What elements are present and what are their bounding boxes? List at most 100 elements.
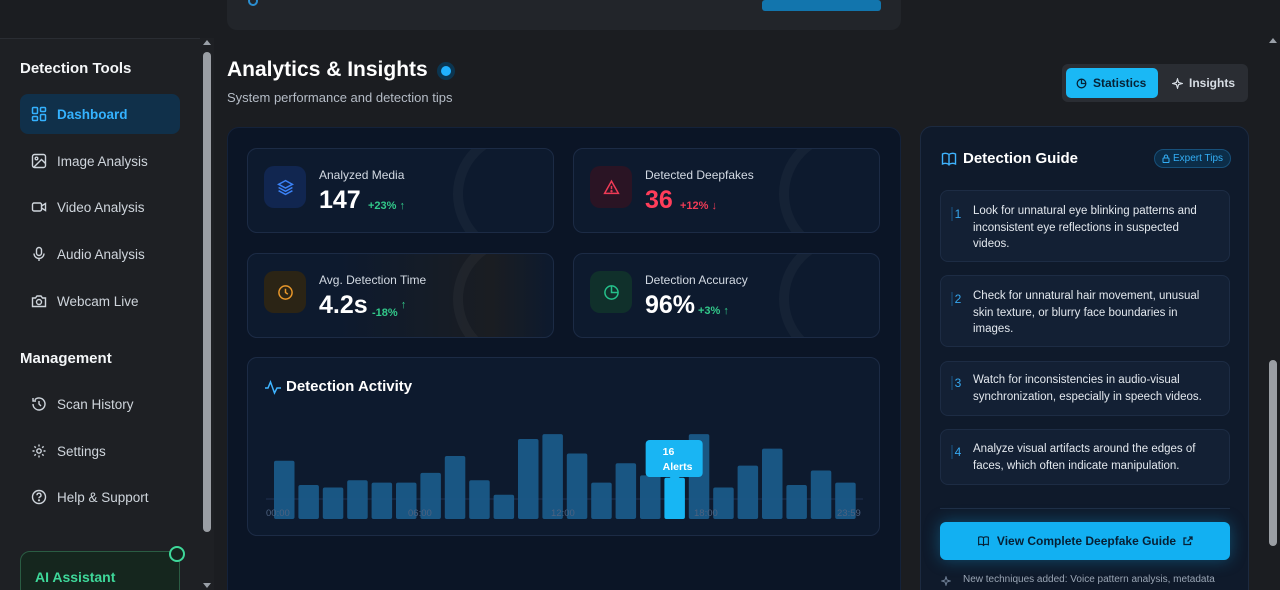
tip-text: Watch for inconsistencies in audio-visua… — [973, 374, 1202, 403]
stat-delta: +23% ↑ — [368, 200, 406, 212]
button-label: View Complete Deepfake Guide — [996, 534, 1177, 548]
gear-icon — [32, 444, 46, 458]
sidebar-item-video-analysis[interactable]: Video Analysis — [20, 187, 180, 227]
chart-icon — [1076, 78, 1087, 88]
sidebar-item-webcam-live[interactable]: Webcam Live — [20, 281, 180, 321]
tip-number: 3 — [951, 376, 963, 390]
tab-label: Statistics — [1093, 76, 1147, 90]
x-tick-label: 06:00 — [408, 508, 432, 519]
clock-icon — [264, 271, 306, 313]
tooltip-value: 16 — [663, 446, 675, 458]
sidebar-scrollbar[interactable] — [200, 38, 214, 590]
tip-text: Check for unnatural hair movement, unusu… — [973, 290, 1200, 335]
scrollbar-thumb[interactable] — [1269, 360, 1277, 546]
chart-bar[interactable] — [371, 482, 393, 519]
guide-tip: 3 Watch for inconsistencies in audio-vis… — [940, 361, 1230, 416]
scroll-up-icon[interactable] — [1269, 38, 1277, 43]
lock-icon — [1162, 154, 1170, 163]
stat-delta: -18% ↑ — [372, 299, 407, 319]
guide-title: Detection Guide — [963, 150, 1079, 167]
stat-value: 36 — [645, 186, 673, 214]
stat-label: Analyzed Media — [319, 168, 405, 182]
chart-bar[interactable] — [518, 438, 539, 519]
chart-bar[interactable] — [469, 480, 490, 519]
stat-label: Detection Accuracy — [645, 273, 748, 287]
chart-bar[interactable] — [737, 465, 759, 519]
chart-bar[interactable] — [786, 485, 807, 519]
tab-insights[interactable]: Insights — [1162, 68, 1246, 98]
chart-bar[interactable] — [322, 487, 344, 519]
tip-number: 4 — [951, 445, 963, 459]
sidebar-item-audio-analysis[interactable]: Audio Analysis — [20, 234, 180, 274]
chart-bar[interactable] — [444, 455, 466, 519]
ai-assistant-card[interactable]: AI Assistant — [20, 546, 185, 590]
chart-bar[interactable] — [591, 482, 612, 519]
view-tabs: Statistics Insights — [1062, 64, 1248, 102]
sidebar-item-label: Video Analysis — [57, 199, 145, 215]
scroll-up-icon[interactable] — [203, 40, 211, 45]
stat-label: Detected Deepfakes — [645, 168, 754, 182]
layers-icon — [264, 166, 306, 208]
expert-tips-badge: Expert Tips — [1154, 149, 1232, 168]
tip-number: 1 — [951, 207, 963, 221]
tip-number: 2 — [951, 292, 963, 306]
tip-text: Look for unnatural eye blinking patterns… — [973, 205, 1197, 250]
sidebar-item-label: Scan History — [57, 396, 134, 412]
tab-label: Insights — [1189, 76, 1236, 90]
stat-card-detected-deepfakes: Detected Deepfakes 36 +12% ↓ — [573, 148, 880, 233]
stat-card-detection-accuracy: Detection Accuracy 96% +3% ↑ — [573, 253, 880, 338]
sidebar-item-label: Webcam Live — [57, 293, 139, 309]
chart-bar[interactable] — [542, 434, 563, 519]
scrollbar-thumb[interactable] — [203, 52, 211, 532]
book-icon — [977, 536, 989, 547]
assistant-status-icon — [169, 546, 185, 562]
guide-tip: 4 Analyze visual artifacts around the ed… — [940, 429, 1230, 485]
activity-bar-chart: 00:00 06:00 12:00 18:00 23:59 16 Alerts — [266, 434, 863, 520]
chart-bar[interactable] — [493, 494, 515, 519]
chart-bar[interactable] — [347, 480, 368, 519]
pie-icon — [590, 271, 632, 313]
external-link-icon — [1183, 536, 1193, 546]
sidebar-item-label: Dashboard — [57, 106, 128, 122]
chart-bar[interactable] — [615, 463, 637, 519]
chart-bar[interactable] — [298, 485, 319, 519]
page-subtitle: System performance and detection tips — [227, 90, 453, 105]
sidebar-item-image-analysis[interactable]: Image Analysis — [20, 141, 180, 181]
x-tick-label: 23:59 — [837, 508, 861, 519]
stat-card-analyzed-media: Analyzed Media 147 +23% ↑ — [247, 148, 554, 233]
guide-update-note: New techniques added: Voice pattern anal… — [963, 574, 1215, 585]
dashboard-icon — [31, 106, 47, 122]
chart-bar[interactable] — [810, 470, 832, 520]
stat-value: 4.2s — [319, 291, 368, 319]
tip-text: Analyze visual artifacts around the edge… — [973, 443, 1196, 472]
detection-activity-card: Detection Activity 00:00 06:00 12:00 18:00 2… — [247, 357, 880, 536]
banner-button[interactable] — [762, 0, 881, 11]
scroll-down-icon[interactable] — [203, 583, 211, 588]
ai-assistant-label: AI Assistant — [35, 569, 116, 585]
info-icon — [248, 0, 258, 6]
help-icon — [31, 489, 47, 505]
sidebar-item-label: Image Analysis — [57, 153, 148, 169]
page-scrollbar[interactable] — [1266, 38, 1280, 590]
image-icon — [31, 153, 47, 169]
guide-tip: 1 Look for unnatural eye blinking patter… — [940, 190, 1230, 262]
sidebar-item-scan-history[interactable]: Scan History — [20, 384, 180, 424]
book-icon — [941, 152, 957, 166]
chart-bar[interactable] — [762, 448, 783, 519]
sparkle-icon — [941, 576, 951, 586]
camera-icon — [31, 295, 47, 308]
stat-delta: +12% ↓ — [680, 200, 718, 212]
sidebar-item-label: Help & Support — [57, 489, 149, 505]
view-guide-button[interactable]: View Complete Deepfake Guide — [940, 522, 1230, 560]
top-banner-card — [227, 0, 901, 30]
chart-bar[interactable] — [640, 475, 661, 519]
stat-label: Avg. Detection Time — [319, 273, 427, 287]
chart-bar-highlighted[interactable] — [664, 477, 685, 519]
tab-statistics[interactable]: Statistics — [1066, 68, 1158, 98]
sidebar-item-settings[interactable]: Settings — [20, 431, 180, 471]
sidebar-item-help-support[interactable]: Help & Support — [20, 477, 180, 517]
tooltip-unit: Alerts — [663, 461, 693, 473]
x-tick-label: 12:00 — [551, 508, 575, 519]
microphone-icon — [33, 246, 45, 261]
sidebar-item-dashboard[interactable]: Dashboard — [20, 94, 180, 134]
